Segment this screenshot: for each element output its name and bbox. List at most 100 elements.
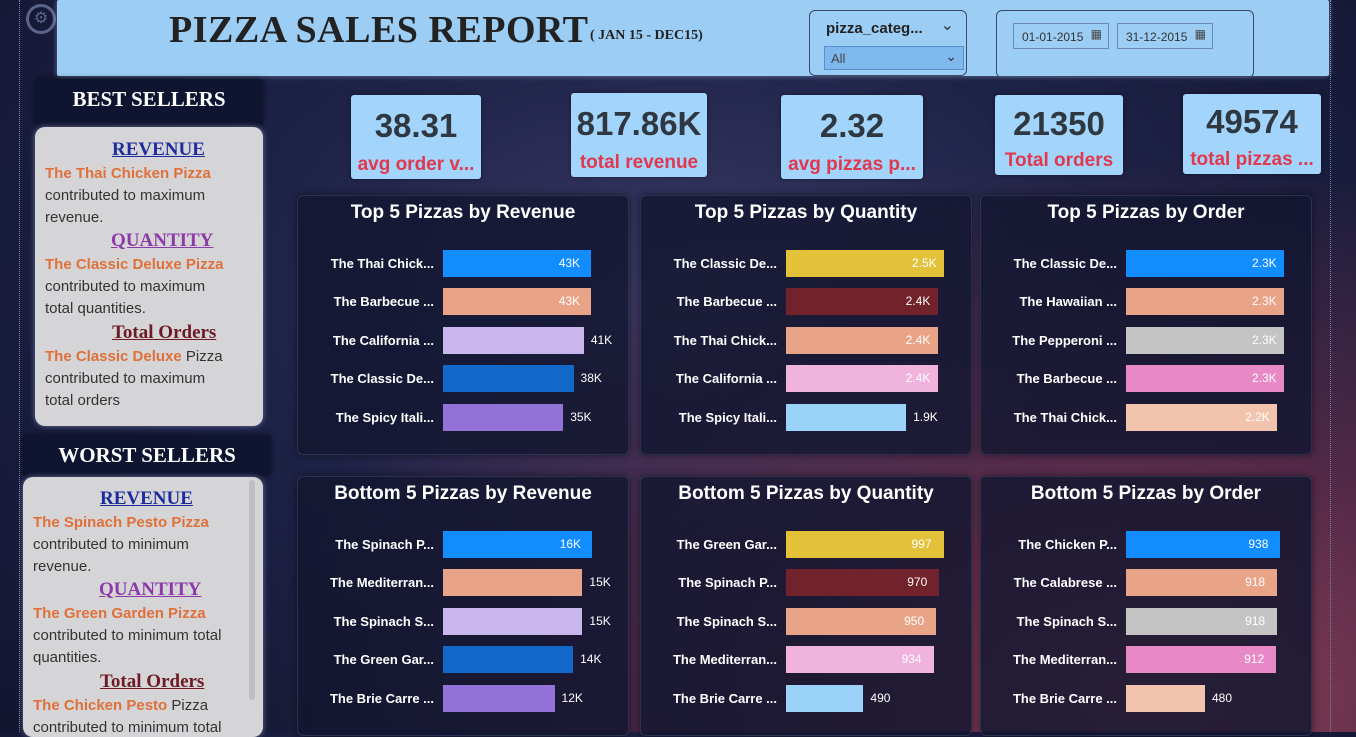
data-label: 938 (1248, 537, 1269, 551)
page-subtitle: ( JAN 15 - DEC15) (590, 28, 703, 43)
data-label: 997 (911, 537, 932, 551)
data-label: 2.5K (912, 256, 937, 270)
best-sellers-heading: BEST SELLERS (35, 79, 263, 125)
chart-top-quantity: Top 5 Pizzas by Quantity The Classic De..… (640, 195, 972, 455)
kpi-label: Total orders (1004, 150, 1114, 171)
best-quantity-title: QUANTITY (111, 230, 214, 251)
worst-quantity-name: The Green Garden Pizza (33, 605, 206, 622)
data-label: 41K (590, 332, 613, 347)
data-label: 480 (1212, 690, 1233, 705)
bar[interactable] (443, 403, 564, 431)
kpi-card-total-orders: 21350 Total orders (995, 95, 1123, 175)
best-orders-text-2: total orders (45, 392, 121, 409)
kpi-card-total-pizzas: 49574 total pizzas ... (1183, 94, 1321, 174)
category-selected: All (831, 51, 846, 66)
category-label: The Brie Carre ... (329, 690, 434, 706)
category-slicer-label: pizza_categ... (826, 20, 923, 37)
chevron-down-icon[interactable]: ⌄ (941, 15, 954, 35)
chart-bottom-orders: Bottom 5 Pizzas by Order The Chicken P...… (980, 476, 1312, 736)
category-label: The Barbecue ... (333, 294, 434, 310)
data-label: 15K (589, 613, 611, 628)
bar[interactable] (443, 326, 584, 354)
data-label: 918 (1245, 613, 1266, 628)
page-title: PIZZA SALES REPORT (169, 9, 589, 51)
chart-top-revenue: Top 5 Pizzas by Revenue The Thai Chick...… (297, 195, 629, 455)
bar[interactable] (443, 569, 583, 597)
bar[interactable] (786, 403, 907, 431)
worst-revenue-text-2: revenue. (33, 558, 92, 575)
kpi-value: 817.86K (576, 105, 702, 142)
date-to-value: 31-12-2015 (1126, 30, 1188, 44)
data-label: 934 (901, 652, 922, 667)
bar[interactable] (443, 646, 574, 674)
kpi-value: 2.32 (819, 107, 885, 144)
best-quantity-name: The Classic Deluxe Pizza (45, 256, 224, 273)
best-quantity-text: contributed to maximum (45, 278, 206, 295)
data-label: 2.3K (1252, 294, 1277, 309)
worst-orders-title: Total Orders (100, 671, 205, 692)
bar[interactable] (443, 684, 555, 712)
data-label: 2.4K (905, 294, 931, 309)
best-orders-title: Total Orders (112, 322, 217, 343)
category-label: The California ... (332, 332, 434, 348)
category-label: The Spinach P... (335, 537, 434, 552)
worst-orders-text: contributed to minimum total (33, 719, 222, 736)
category-label: The Classic De... (330, 371, 434, 387)
chart-top-orders: Top 5 Pizzas by Order The Classic De... 2.… (980, 195, 1312, 455)
category-dropdown[interactable]: All ⌄ (824, 46, 964, 70)
date-from-input[interactable]: 01-01-2015 ▦ (1013, 23, 1109, 49)
category-label: The Green Gar... (333, 652, 434, 668)
worst-sellers-heading: WORST SELLERS (23, 435, 271, 475)
category-label: The Classic De... (673, 256, 777, 271)
kpi-value: 49574 (1206, 103, 1298, 140)
category-label: The Green Gar... (676, 537, 777, 552)
calendar-icon[interactable]: ▦ (1091, 27, 1102, 41)
date-to-input[interactable]: 31-12-2015 ▦ (1117, 23, 1213, 49)
chart-title: Top 5 Pizzas by Quantity (694, 202, 918, 223)
data-label: 43K (558, 294, 581, 309)
chart-title: Bottom 5 Pizzas by Order (1030, 483, 1262, 504)
worst-revenue-text: contributed to minimum (33, 536, 189, 553)
bar[interactable] (443, 365, 574, 393)
category-slicer[interactable]: pizza_categ... ⌄ All ⌄ (809, 10, 967, 76)
worst-quantity-title: QUANTITY (99, 579, 202, 600)
data-label: 2.3K (1252, 256, 1277, 270)
best-revenue-title: REVENUE (112, 139, 205, 160)
bar[interactable] (443, 607, 583, 635)
data-label: 14K (580, 652, 602, 667)
data-label: 35K (570, 409, 592, 424)
worst-quantity-text-2: quantities. (33, 649, 102, 666)
data-label: 2.2K (1245, 409, 1270, 424)
bar[interactable] (786, 684, 864, 712)
calendar-icon[interactable]: ▦ (1195, 27, 1206, 41)
bar[interactable] (1126, 684, 1205, 712)
kpi-value: 21350 (1013, 105, 1105, 142)
category-label: The Spinach S... (676, 613, 777, 629)
data-label: 43K (558, 256, 581, 270)
kpi-label: total pizzas ... (1190, 149, 1314, 170)
best-revenue-text-2: revenue. (45, 209, 104, 226)
kpi-card-avg-pizzas-per-order: 2.32 avg pizzas p... (781, 95, 923, 179)
best-quantity-text-2: total quantities. (45, 300, 146, 317)
category-label: The Spicy Itali... (678, 409, 777, 425)
best-orders-name: The Classic Deluxe (45, 348, 182, 365)
worst-orders-name: The Chicken Pesto (33, 697, 168, 714)
category-label: The Calabrese ... (1013, 575, 1117, 591)
worst-orders-name-suffix: Pizza (167, 697, 209, 714)
chart-title: Top 5 Pizzas by Order (1047, 202, 1245, 223)
best-orders-text: contributed to maximum (45, 370, 206, 387)
data-label: 912 (1244, 652, 1265, 667)
worst-sellers-scrollbar[interactable] (249, 480, 255, 700)
frame-line-left (19, 0, 20, 732)
best-orders-name-line: The Classic Deluxe Pizza (45, 346, 223, 368)
worst-revenue-title: REVENUE (100, 488, 193, 509)
best-revenue-name: The Thai Chicken Pizza (45, 165, 211, 182)
chart-title: Top 5 Pizzas by Revenue (350, 202, 576, 223)
category-label: The Spinach S... (333, 613, 434, 629)
best-revenue-text: contributed to maximum (45, 187, 206, 204)
category-label: The Chicken P... (1018, 537, 1117, 552)
data-label: 38K (580, 371, 602, 386)
category-label: The Brie Carre ... (672, 690, 777, 706)
category-label: The Barbecue ... (676, 294, 777, 310)
worst-quantity-text: contributed to minimum total (33, 627, 222, 644)
